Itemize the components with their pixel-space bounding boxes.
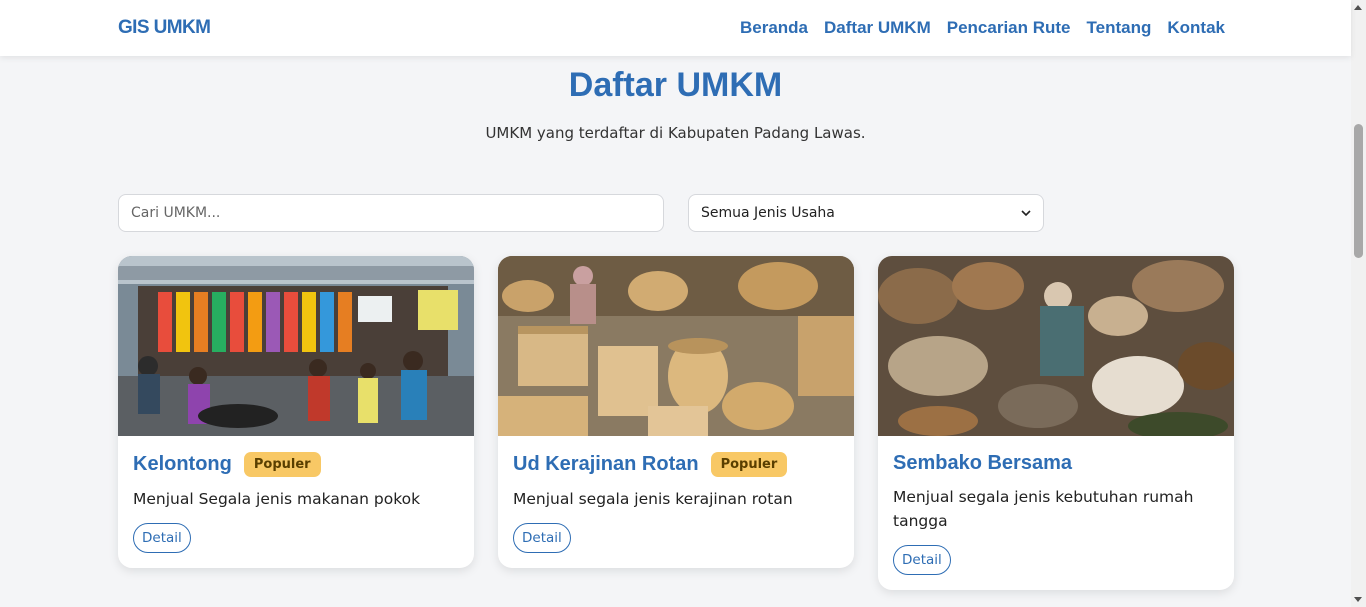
scroll-down-arrow-icon[interactable] <box>1354 597 1362 602</box>
umkm-photo <box>498 256 854 436</box>
detail-button[interactable]: Detail <box>133 523 191 553</box>
card-title-row: Kelontong Populer <box>133 452 459 477</box>
nav-link-daftar-umkm[interactable]: Daftar UMKM <box>824 18 931 38</box>
detail-button[interactable]: Detail <box>513 523 571 553</box>
umkm-photo <box>878 256 1234 436</box>
umkm-card: Kelontong Populer Menjual Segala jenis m… <box>118 256 474 568</box>
chevron-down-icon <box>1021 210 1031 217</box>
category-select-value: Semua Jenis Usaha <box>701 205 835 221</box>
scroll-up-arrow-icon[interactable] <box>1354 5 1362 10</box>
card-description: Menjual segala jenis kebutuhan rumah tan… <box>893 488 1194 530</box>
vertical-scrollbar[interactable] <box>1351 0 1366 607</box>
detail-button[interactable]: Detail <box>893 545 951 575</box>
card-body: Kelontong Populer Menjual Segala jenis m… <box>118 436 474 568</box>
search-input[interactable] <box>118 194 664 232</box>
popular-badge: Populer <box>710 452 788 477</box>
nav-link-tentang[interactable]: Tentang <box>1087 18 1152 38</box>
page-subtitle: UMKM yang terdaftar di Kabupaten Padang … <box>485 124 866 142</box>
card-title[interactable]: Sembako Bersama <box>893 452 1072 475</box>
card-body: Sembako Bersama Menjual segala jenis keb… <box>878 436 1234 590</box>
card-title-row: Sembako Bersama <box>893 452 1219 475</box>
popular-badge: Populer <box>243 452 321 477</box>
brand-logo[interactable]: GIS UMKM <box>118 17 211 39</box>
category-select[interactable]: Semua Jenis Usaha <box>688 194 1044 232</box>
card-description: Menjual Segala jenis makanan pokok <box>133 490 421 508</box>
nav-links: Beranda Daftar UMKM Pencarian Rute Tenta… <box>740 18 1225 38</box>
card-title-row: Ud Kerajinan Rotan Populer <box>513 452 839 477</box>
navbar: GIS UMKM Beranda Daftar UMKM Pencarian R… <box>0 0 1351 56</box>
umkm-photo <box>118 256 474 436</box>
card-title[interactable]: Ud Kerajinan Rotan <box>513 453 699 476</box>
nav-link-kontak[interactable]: Kontak <box>1167 18 1225 38</box>
card-body: Ud Kerajinan Rotan Populer Menjual segal… <box>498 436 854 568</box>
umkm-card: Sembako Bersama Menjual segala jenis keb… <box>878 256 1234 590</box>
card-description: Menjual segala jenis kerajinan rotan <box>513 490 793 508</box>
scrollbar-thumb[interactable] <box>1354 124 1363 258</box>
nav-link-pencarian-rute[interactable]: Pencarian Rute <box>947 18 1071 38</box>
nav-link-beranda[interactable]: Beranda <box>740 18 808 38</box>
page-title: Daftar UMKM <box>568 66 783 104</box>
umkm-card: Ud Kerajinan Rotan Populer Menjual segal… <box>498 256 854 568</box>
card-title[interactable]: Kelontong <box>133 453 232 476</box>
